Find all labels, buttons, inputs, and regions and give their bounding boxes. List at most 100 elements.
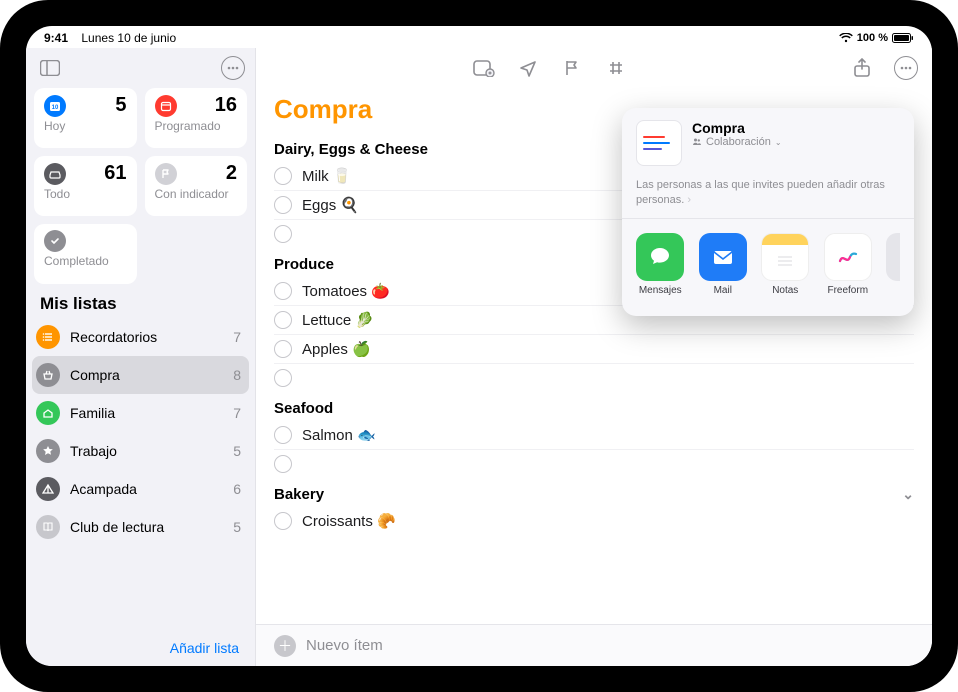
wifi-icon [839,32,853,44]
main-pane: Compra Dairy, Eggs & Cheese Milk 🥛 Eggs 🍳.… [256,48,932,666]
complete-radio[interactable] [274,311,292,329]
reminder-text: Salmon 🐟 [302,426,376,444]
card-all-label: Todo [44,187,127,201]
share-app-mail[interactable]: Mail [699,233,748,296]
card-today[interactable]: 10 5 Hoy [34,88,137,148]
share-mode-button[interactable]: Colaboración ⌄ [692,136,900,148]
sidebar-list-item[interactable]: Compra8 [32,356,249,394]
complete-radio[interactable] [274,369,292,387]
reminder-group: Bakery⌄ Croissants 🥐 [256,478,932,535]
complete-radio[interactable] [274,340,292,358]
card-flagged[interactable]: 2 Con indicador [145,156,248,216]
smart-lists-grid: 10 5 Hoy 16 Programado [26,88,255,284]
list-count: 5 [233,443,241,459]
sidebar-list-item[interactable]: Acampada6 [26,470,255,508]
complete-radio[interactable] [274,196,292,214]
card-scheduled[interactable]: 16 Programado [145,88,248,148]
group-name: Dairy, Eggs & Cheese [274,141,428,158]
share-app-more-peek[interactable] [886,233,900,296]
ipad-frame: 9:41 Lunes 10 de junio 100 % ••• [0,0,958,692]
list-count: 8 [233,367,241,383]
reminder-text: Tomatoes 🍅 [302,282,390,300]
reminder-item[interactable]: Apples 🍏 [274,335,914,364]
card-all-count: 61 [104,162,126,185]
share-header: Compra Colaboración ⌄ [622,120,914,172]
complete-radio[interactable] [274,225,292,243]
share-button[interactable] [850,56,874,80]
share-app-label: Mail [714,285,732,296]
chevron-down-icon: ⌄ [775,138,782,147]
messages-app-icon [636,233,684,281]
reminder-item[interactable]: Croissants 🥐 [274,507,914,535]
main-more-button[interactable] [894,56,918,80]
card-today-count: 5 [115,94,126,117]
complete-radio[interactable] [274,426,292,444]
app-body: 10 5 Hoy 16 Programado [26,48,932,666]
sidebar-list-item[interactable]: Recordatorios 7 [26,318,255,356]
notes-app-icon [761,233,809,281]
my-lists-header: Mis listas [26,284,255,318]
status-left: 9:41 Lunes 10 de junio [44,31,176,45]
complete-radio[interactable] [274,455,292,473]
reminder-text: Eggs 🍳 [302,196,359,214]
list-name: Familia [70,405,223,421]
group-header[interactable]: Seafood [274,392,914,421]
card-all[interactable]: 61 Todo [34,156,137,216]
share-title: Compra [692,120,900,136]
share-apps-row: Mensajes Mail Notas Freeform [622,218,914,296]
battery-text: 100 % [857,32,888,44]
sidebar-list-item[interactable]: Familia7 [26,394,255,432]
list-name: Recordatorios [70,329,223,345]
sidebar-more-button[interactable] [221,56,245,80]
list-color-icon [36,477,60,501]
my-lists: Recordatorios7Compra8Familia7Trabajo5Aca… [26,318,255,630]
sidebar-list-item[interactable]: Club de lectura 5 [26,508,255,546]
battery-icon [892,32,914,44]
reminder-text: Milk 🥛 [302,167,352,185]
reminder-text: Croissants 🥐 [302,512,396,530]
complete-radio[interactable] [274,282,292,300]
location-button[interactable] [516,56,540,80]
sidebar-toolbar [26,48,255,88]
share-note-text: Las personas a las que invites pueden añ… [636,179,885,206]
list-count: 5 [233,519,241,535]
group-header[interactable]: Bakery⌄ [274,478,914,507]
status-time: 9:41 [44,31,68,45]
freeform-app-icon [824,233,872,281]
reminder-text: Apples 🍏 [302,340,371,358]
list-color-icon [36,515,60,539]
toggle-sidebar-button[interactable] [36,55,64,81]
reminder-item-empty[interactable]: . [274,450,914,478]
chevron-down-icon[interactable]: ⌄ [902,486,914,503]
share-app-freeform[interactable]: Freeform [824,233,873,296]
complete-radio[interactable] [274,167,292,185]
share-permissions-button[interactable]: Las personas a las que invites pueden añ… [622,172,914,208]
reminder-item[interactable]: Salmon 🐟 [274,421,914,450]
card-completed[interactable]: Completado [34,224,137,284]
list-count: 7 [233,329,241,345]
status-date: Lunes 10 de junio [81,31,176,45]
mail-app-icon [699,233,747,281]
new-item-bar[interactable]: ＋ Nuevo ítem [256,624,932,666]
flag-button[interactable] [560,56,584,80]
svg-text:10: 10 [52,105,59,111]
share-app-label: Notas [772,285,798,296]
calendar-icon [155,95,177,117]
reminder-item-empty[interactable]: . [274,364,914,392]
list-name: Acampada [70,481,223,497]
list-color-icon [36,363,60,387]
add-list-button[interactable]: Añadir lista [26,630,255,666]
share-app-messages[interactable]: Mensajes [636,233,685,296]
calendar-badge-button[interactable] [472,56,496,80]
sidebar-list-item[interactable]: Trabajo5 [26,432,255,470]
main-toolbar [256,48,932,88]
sidebar: 10 5 Hoy 16 Programado [26,48,256,666]
app-icon-peek [886,233,900,281]
complete-radio[interactable] [274,512,292,530]
share-app-label: Freeform [827,285,868,296]
list-name: Club de lectura [70,519,223,535]
tag-button[interactable] [604,56,628,80]
share-app-notes[interactable]: Notas [761,233,810,296]
list-color-icon [36,401,60,425]
screen: 9:41 Lunes 10 de junio 100 % ••• [26,26,932,666]
